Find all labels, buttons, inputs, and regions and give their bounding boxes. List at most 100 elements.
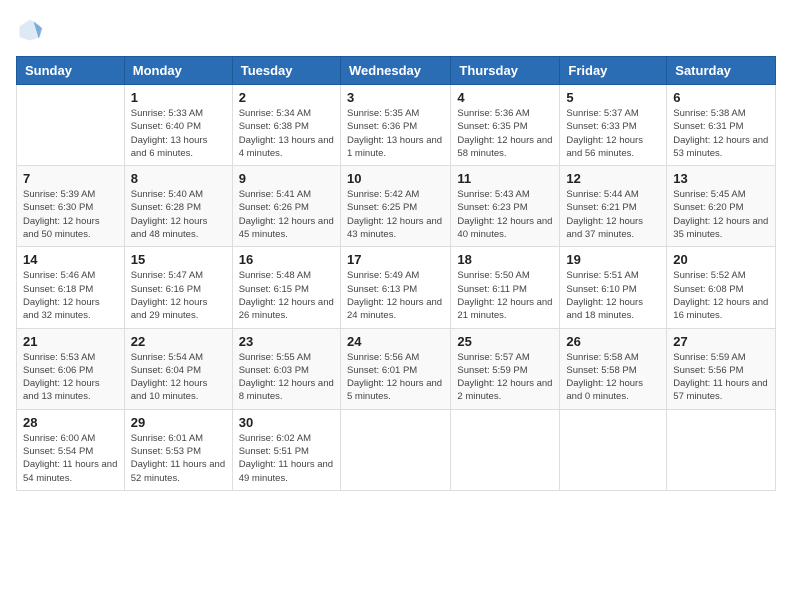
day-number: 16 xyxy=(239,252,334,267)
calendar-cell xyxy=(17,85,125,166)
cell-info: Sunrise: 5:57 AMSunset: 5:59 PMDaylight:… xyxy=(457,351,553,404)
day-number: 18 xyxy=(457,252,553,267)
day-number: 10 xyxy=(347,171,444,186)
calendar-cell: 22 Sunrise: 5:54 AMSunset: 6:04 PMDayligh… xyxy=(124,328,232,409)
day-number: 29 xyxy=(131,415,226,430)
cell-info: Sunrise: 5:54 AMSunset: 6:04 PMDaylight:… xyxy=(131,351,226,404)
cell-info: Sunrise: 6:02 AMSunset: 5:51 PMDaylight:… xyxy=(239,432,334,485)
calendar-cell: 4Sunrise: 5:36 AMSunset: 6:35 PMDaylight… xyxy=(451,85,560,166)
calendar-cell: 15 Sunrise: 5:47 AMSunset: 6:16 PMDayligh… xyxy=(124,247,232,328)
day-of-week-header: Wednesday xyxy=(340,57,450,85)
calendar-week-row: 21 Sunrise: 5:53 AMSunset: 6:06 PMDayligh… xyxy=(17,328,776,409)
day-number: 9 xyxy=(239,171,334,186)
day-number: 1 xyxy=(131,90,226,105)
page-header xyxy=(16,16,776,44)
cell-info: Sunrise: 5:55 AMSunset: 6:03 PMDaylight:… xyxy=(239,351,334,404)
cell-info: Sunrise: 5:42 AMSunset: 6:25 PMDaylight:… xyxy=(347,188,444,241)
calendar-cell: 17 Sunrise: 5:49 AMSunset: 6:13 PMDayligh… xyxy=(340,247,450,328)
day-of-week-header: Monday xyxy=(124,57,232,85)
calendar-cell: 10 Sunrise: 5:42 AMSunset: 6:25 PMDayligh… xyxy=(340,166,450,247)
cell-info: Sunrise: 5:34 AMSunset: 6:38 PMDaylight:… xyxy=(239,107,334,160)
calendar-cell: 20 Sunrise: 5:52 AMSunset: 6:08 PMDayligh… xyxy=(667,247,776,328)
cell-info: Sunrise: 5:53 AMSunset: 6:06 PMDaylight:… xyxy=(23,351,118,404)
calendar-cell: 23 Sunrise: 5:55 AMSunset: 6:03 PMDayligh… xyxy=(232,328,340,409)
calendar-cell: 12 Sunrise: 5:44 AMSunset: 6:21 PMDayligh… xyxy=(560,166,667,247)
day-number: 23 xyxy=(239,334,334,349)
cell-info: Sunrise: 5:39 AMSunset: 6:30 PMDaylight:… xyxy=(23,188,118,241)
calendar-cell: 29 Sunrise: 6:01 AMSunset: 5:53 PMDayligh… xyxy=(124,409,232,490)
cell-info: Sunrise: 5:33 AMSunset: 6:40 PMDaylight:… xyxy=(131,107,226,160)
day-number: 27 xyxy=(673,334,769,349)
calendar-cell xyxy=(560,409,667,490)
logo-icon xyxy=(16,16,44,44)
cell-info: Sunrise: 5:36 AMSunset: 6:35 PMDaylight:… xyxy=(457,107,553,160)
day-number: 20 xyxy=(673,252,769,267)
calendar-cell: 11Sunrise: 5:43 AMSunset: 6:23 PMDayligh… xyxy=(451,166,560,247)
day-number: 15 xyxy=(131,252,226,267)
cell-info: Sunrise: 5:38 AMSunset: 6:31 PMDaylight:… xyxy=(673,107,769,160)
cell-info: Sunrise: 5:44 AMSunset: 6:21 PMDaylight:… xyxy=(566,188,660,241)
calendar-header-row: SundayMondayTuesdayWednesdayThursdayFrid… xyxy=(17,57,776,85)
calendar-week-row: 7 Sunrise: 5:39 AMSunset: 6:30 PMDaylight… xyxy=(17,166,776,247)
day-number: 19 xyxy=(566,252,660,267)
cell-info: Sunrise: 5:40 AMSunset: 6:28 PMDaylight:… xyxy=(131,188,226,241)
cell-info: Sunrise: 5:49 AMSunset: 6:13 PMDaylight:… xyxy=(347,269,444,322)
calendar-cell: 8 Sunrise: 5:40 AMSunset: 6:28 PMDaylight… xyxy=(124,166,232,247)
cell-info: Sunrise: 5:43 AMSunset: 6:23 PMDaylight:… xyxy=(457,188,553,241)
calendar-cell: 14 Sunrise: 5:46 AMSunset: 6:18 PMDayligh… xyxy=(17,247,125,328)
calendar-cell: 13Sunrise: 5:45 AMSunset: 6:20 PMDayligh… xyxy=(667,166,776,247)
calendar-cell: 16 Sunrise: 5:48 AMSunset: 6:15 PMDayligh… xyxy=(232,247,340,328)
calendar-week-row: 28Sunrise: 6:00 AMSunset: 5:54 PMDayligh… xyxy=(17,409,776,490)
cell-info: Sunrise: 5:48 AMSunset: 6:15 PMDaylight:… xyxy=(239,269,334,322)
day-number: 7 xyxy=(23,171,118,186)
cell-info: Sunrise: 6:01 AMSunset: 5:53 PMDaylight:… xyxy=(131,432,226,485)
day-number: 3 xyxy=(347,90,444,105)
day-number: 12 xyxy=(566,171,660,186)
calendar-cell: 24 Sunrise: 5:56 AMSunset: 6:01 PMDayligh… xyxy=(340,328,450,409)
cell-info: Sunrise: 5:51 AMSunset: 6:10 PMDaylight:… xyxy=(566,269,660,322)
calendar-cell: 3 Sunrise: 5:35 AMSunset: 6:36 PMDaylight… xyxy=(340,85,450,166)
calendar-cell: 27 Sunrise: 5:59 AMSunset: 5:56 PMDayligh… xyxy=(667,328,776,409)
day-number: 5 xyxy=(566,90,660,105)
calendar-cell: 1 Sunrise: 5:33 AMSunset: 6:40 PMDaylight… xyxy=(124,85,232,166)
cell-info: Sunrise: 5:58 AMSunset: 5:58 PMDaylight:… xyxy=(566,351,660,404)
calendar-cell: 7 Sunrise: 5:39 AMSunset: 6:30 PMDaylight… xyxy=(17,166,125,247)
calendar-cell: 25 Sunrise: 5:57 AMSunset: 5:59 PMDayligh… xyxy=(451,328,560,409)
cell-info: Sunrise: 5:50 AMSunset: 6:11 PMDaylight:… xyxy=(457,269,553,322)
cell-info: Sunrise: 5:56 AMSunset: 6:01 PMDaylight:… xyxy=(347,351,444,404)
calendar-cell: 26Sunrise: 5:58 AMSunset: 5:58 PMDayligh… xyxy=(560,328,667,409)
calendar-cell: 2 Sunrise: 5:34 AMSunset: 6:38 PMDaylight… xyxy=(232,85,340,166)
day-number: 25 xyxy=(457,334,553,349)
day-number: 22 xyxy=(131,334,226,349)
cell-info: Sunrise: 6:00 AMSunset: 5:54 PMDaylight:… xyxy=(23,432,118,485)
day-of-week-header: Friday xyxy=(560,57,667,85)
calendar-table: SundayMondayTuesdayWednesdayThursdayFrid… xyxy=(16,56,776,491)
cell-info: Sunrise: 5:37 AMSunset: 6:33 PMDaylight:… xyxy=(566,107,660,160)
calendar-week-row: 14 Sunrise: 5:46 AMSunset: 6:18 PMDayligh… xyxy=(17,247,776,328)
day-number: 21 xyxy=(23,334,118,349)
day-number: 24 xyxy=(347,334,444,349)
cell-info: Sunrise: 5:35 AMSunset: 6:36 PMDaylight:… xyxy=(347,107,444,160)
cell-info: Sunrise: 5:59 AMSunset: 5:56 PMDaylight:… xyxy=(673,351,769,404)
day-of-week-header: Thursday xyxy=(451,57,560,85)
day-number: 13 xyxy=(673,171,769,186)
cell-info: Sunrise: 5:46 AMSunset: 6:18 PMDaylight:… xyxy=(23,269,118,322)
day-number: 14 xyxy=(23,252,118,267)
calendar-cell xyxy=(451,409,560,490)
calendar-cell: 5 Sunrise: 5:37 AMSunset: 6:33 PMDaylight… xyxy=(560,85,667,166)
calendar-cell: 6Sunrise: 5:38 AMSunset: 6:31 PMDaylight… xyxy=(667,85,776,166)
day-number: 2 xyxy=(239,90,334,105)
calendar-cell xyxy=(667,409,776,490)
day-number: 30 xyxy=(239,415,334,430)
cell-info: Sunrise: 5:47 AMSunset: 6:16 PMDaylight:… xyxy=(131,269,226,322)
calendar-cell: 18 Sunrise: 5:50 AMSunset: 6:11 PMDayligh… xyxy=(451,247,560,328)
day-number: 17 xyxy=(347,252,444,267)
calendar-cell: 21 Sunrise: 5:53 AMSunset: 6:06 PMDayligh… xyxy=(17,328,125,409)
cell-info: Sunrise: 5:52 AMSunset: 6:08 PMDaylight:… xyxy=(673,269,769,322)
day-number: 8 xyxy=(131,171,226,186)
calendar-cell xyxy=(340,409,450,490)
cell-info: Sunrise: 5:41 AMSunset: 6:26 PMDaylight:… xyxy=(239,188,334,241)
day-of-week-header: Tuesday xyxy=(232,57,340,85)
logo xyxy=(16,16,48,44)
calendar-cell: 19 Sunrise: 5:51 AMSunset: 6:10 PMDayligh… xyxy=(560,247,667,328)
